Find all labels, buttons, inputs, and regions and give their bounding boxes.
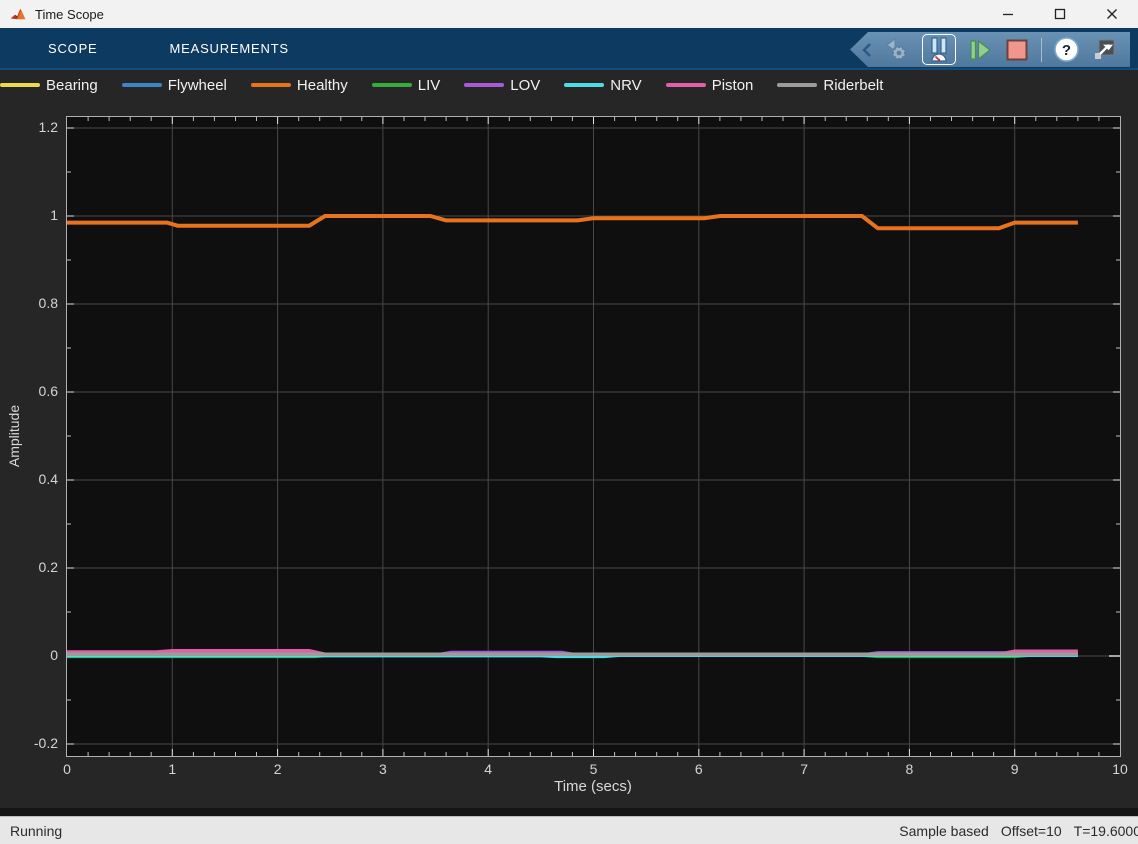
- legend-bar: Bearing Flywheel Healthy LIV LOV NRV Piston Rid…: [0, 70, 1138, 100]
- y-tick-label: 1.2: [0, 119, 58, 135]
- x-tick-label: 10: [1112, 761, 1128, 777]
- legend-label: NRV: [610, 77, 641, 94]
- y-tick-label: 0: [0, 647, 58, 663]
- help-icon: ?: [1053, 36, 1080, 63]
- y-tick-label: 0.6: [0, 383, 58, 399]
- ribbon: SCOPE MEASUREMENTS: [0, 28, 1138, 70]
- legend-label: Flywheel: [168, 77, 227, 94]
- y-tick-label: -0.2: [0, 735, 58, 751]
- pause-icon: [926, 36, 952, 63]
- time-scope-window: Time Scope SCOPE MEASUR: [0, 0, 1138, 844]
- step-back-button[interactable]: [883, 36, 911, 64]
- legend-label: Bearing: [46, 77, 98, 94]
- axes-box[interactable]: [67, 117, 1120, 756]
- legend-item-piston[interactable]: Piston: [666, 77, 754, 94]
- legend-label: Healthy: [297, 77, 348, 94]
- window-controls: [982, 0, 1138, 28]
- bottom-strip: [0, 808, 1138, 816]
- status-time: T=19.6000: [1074, 823, 1138, 839]
- step-forward-button[interactable]: [967, 37, 993, 63]
- close-button[interactable]: [1086, 0, 1138, 28]
- step-forward-icon: [967, 37, 993, 63]
- legend-item-liv[interactable]: LIV: [372, 77, 441, 94]
- x-tick-label: 1: [168, 761, 176, 777]
- step-back-settings-icon: [883, 36, 911, 64]
- minimize-button[interactable]: [982, 0, 1034, 28]
- x-tick-label: 8: [905, 761, 913, 777]
- help-glyph: ?: [1062, 42, 1071, 59]
- legend-swatch-bearing: [0, 83, 40, 87]
- x-tick-label: 3: [379, 761, 387, 777]
- legend-item-bearing[interactable]: Bearing: [0, 77, 98, 94]
- y-tick-label: 0.2: [0, 559, 58, 575]
- x-tick-label: 9: [1011, 761, 1019, 777]
- legend-item-healthy[interactable]: Healthy: [251, 77, 348, 94]
- x-tick-label: 4: [484, 761, 492, 777]
- legend-item-nrv[interactable]: NRV: [564, 77, 641, 94]
- legend-swatch-lov: [464, 83, 504, 87]
- y-tick-label: 1: [0, 207, 58, 223]
- legend-swatch-flywheel: [122, 83, 162, 87]
- help-button[interactable]: ?: [1053, 36, 1080, 63]
- status-sample-mode: Sample based: [899, 823, 989, 839]
- tab-scope[interactable]: SCOPE: [48, 41, 98, 56]
- simulation-toolbar: ?: [850, 32, 1130, 67]
- undock-icon: [1091, 36, 1118, 63]
- matlab-logo-icon: [9, 5, 27, 23]
- pause-button[interactable]: [926, 36, 952, 63]
- collapse-left-icon[interactable]: [862, 42, 872, 58]
- y-axis-label: Amplitude: [6, 405, 22, 467]
- undock-button[interactable]: [1091, 36, 1118, 63]
- scope-plot: [67, 117, 1120, 756]
- status-bar: Running Sample based Offset=10 T=19.6000: [0, 816, 1138, 844]
- x-axis-label: Time (secs): [554, 778, 632, 795]
- legend-label: Piston: [712, 77, 754, 94]
- legend-label: Riderbelt: [823, 77, 883, 94]
- x-tick-label: 0: [63, 761, 71, 777]
- legend-label: LOV: [510, 77, 540, 94]
- x-tick-label: 7: [800, 761, 808, 777]
- stop-icon: [1004, 37, 1030, 63]
- toolbar-separator: [1041, 38, 1042, 62]
- maximize-icon: [1054, 8, 1066, 20]
- status-offset: Offset=10: [1001, 823, 1062, 839]
- legend-item-riderbelt[interactable]: Riderbelt: [777, 77, 883, 94]
- x-tick-label: 2: [274, 761, 282, 777]
- legend-item-flywheel[interactable]: Flywheel: [122, 77, 227, 94]
- legend-label: LIV: [418, 77, 441, 94]
- status-running: Running: [0, 823, 62, 839]
- trace-healthy: [67, 216, 1078, 228]
- status-right-group: Sample based Offset=10 T=19.6000: [899, 823, 1138, 839]
- window-title: Time Scope: [35, 7, 104, 22]
- x-tick-label: 5: [590, 761, 598, 777]
- maximize-button[interactable]: [1034, 0, 1086, 28]
- plot-region: Amplitude Time (secs) -0.2 0 0.2 0.4 0.6 0.8 1…: [0, 100, 1138, 816]
- titlebar: Time Scope: [0, 0, 1138, 28]
- pause-button-selected-frame: [922, 34, 956, 65]
- x-tick-label: 6: [695, 761, 703, 777]
- legend-swatch-healthy: [251, 83, 291, 87]
- legend-swatch-liv: [372, 83, 412, 87]
- y-tick-label: 0.4: [0, 471, 58, 487]
- legend-swatch-nrv: [564, 83, 604, 87]
- legend-swatch-riderbelt: [777, 83, 817, 87]
- legend-item-lov[interactable]: LOV: [464, 77, 540, 94]
- y-tick-label: 0.8: [0, 295, 58, 311]
- legend-swatch-piston: [666, 83, 706, 87]
- minimize-icon: [1002, 8, 1014, 20]
- tab-measurements[interactable]: MEASUREMENTS: [170, 41, 289, 56]
- stop-button[interactable]: [1004, 37, 1030, 63]
- close-icon: [1106, 8, 1118, 20]
